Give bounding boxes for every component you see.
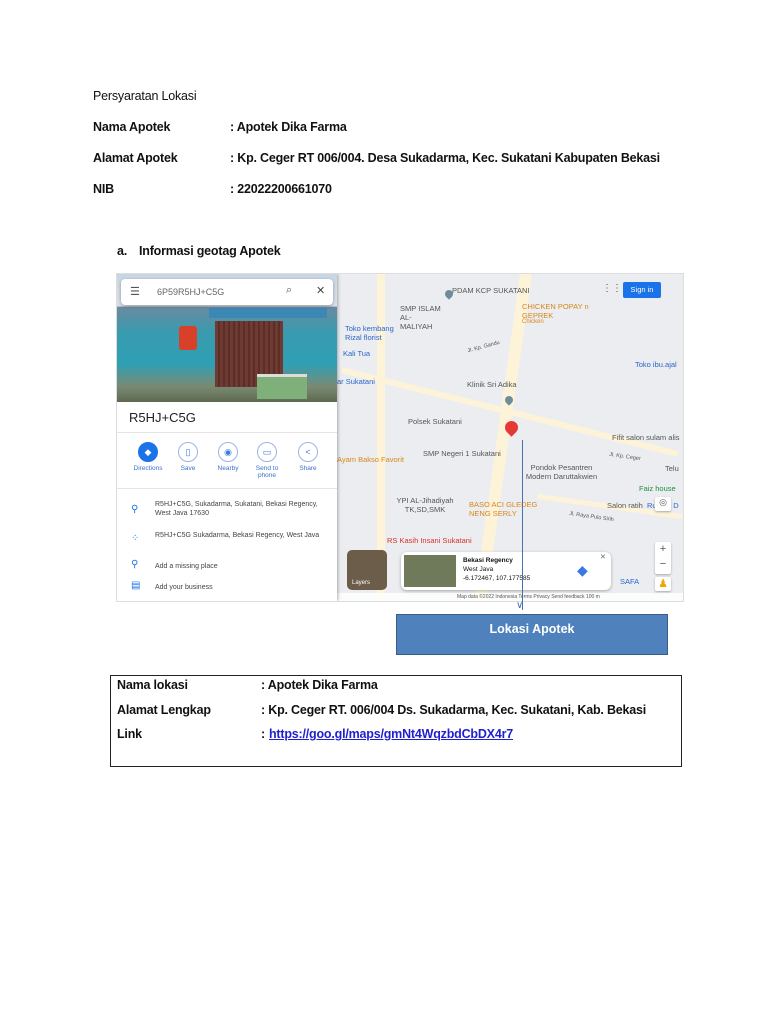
street-label: Jl. Kp. Gandu: [466, 339, 501, 355]
map-label: Pondok Pesantren Modern Daruttakwien: [525, 463, 598, 481]
map-label: Telu: [665, 464, 679, 473]
card-subtitle: West Java: [463, 566, 494, 573]
directions-icon: ◆: [138, 442, 158, 462]
map-label: SMP ISLAM AL-MALIYAH: [400, 304, 441, 331]
layers-label: Layers: [352, 580, 371, 586]
apps-grid-icon[interactable]: ⋮⋮: [602, 283, 622, 294]
map-label: Chicken: [522, 319, 544, 325]
map-label: BASO ACI GLEDEG NENG SERLY: [469, 500, 538, 518]
field-label-nama: Nama Apotek: [93, 120, 171, 134]
map-label: Klinik Sri Adika: [467, 380, 517, 389]
doc-title: Persyaratan Lokasi: [93, 89, 197, 103]
maps-link[interactable]: https://goo.gl/maps/gmNt4WqzbdCbDX4r7: [269, 727, 513, 741]
search-bar[interactable]: ☰ 6P59R5HJ+C5G ⌕ ✕: [121, 279, 333, 305]
map-label: Ayam Bakso Favorit: [337, 455, 404, 464]
row-label: Alamat Lengkap: [117, 703, 211, 717]
field-label-nib: NIB: [93, 182, 114, 196]
street-label: Jl. Kp. Ceger: [608, 451, 642, 463]
send-to-phone-button[interactable]: ▭ Send to phone: [248, 442, 286, 479]
card-coordinates: -6.172467, 107.177585: [463, 575, 531, 582]
location-card: Bekasi Regency West Java -6.172467, 107.…: [401, 552, 611, 590]
add-business[interactable]: Add your business: [155, 583, 325, 592]
map-label: Fifit salon sulam alis: [612, 433, 680, 442]
arrow-down-icon: ∨: [516, 600, 524, 611]
field-value-nib: : 22022200661070: [230, 182, 332, 196]
row-label: Nama lokasi: [117, 678, 188, 692]
row-value: : Apotek Dika Farma: [261, 678, 378, 692]
zoom-in-button[interactable]: +: [655, 542, 671, 557]
callout-label: Lokasi Apotek: [489, 622, 575, 636]
row-separator: :: [261, 727, 265, 741]
search-input[interactable]: 6P59R5HJ+C5G: [157, 287, 224, 297]
location-table: Nama lokasi : Apotek Dika Farma Alamat L…: [110, 675, 682, 767]
save-button[interactable]: ▯ Save: [168, 442, 208, 472]
phone-icon: ▭: [257, 442, 277, 462]
address-text[interactable]: R5HJ+C5G, Sukadarma, Sukatani, Bekasi Re…: [155, 500, 325, 518]
field-label-alamat: Alamat Apotek: [93, 151, 178, 165]
map-label: SAFA: [620, 577, 640, 586]
map-label: Faiz house: [639, 484, 676, 493]
map-label: RS Kasih Insani Sukatani: [387, 536, 472, 545]
map-label: SMP Negeri 1 Sukatani: [423, 449, 501, 458]
map-footer: Map data ©2022 Indonesia Terms Privacy S…: [337, 593, 683, 601]
business-icon: ▤: [131, 580, 141, 591]
map-label: YPI AL-Jihadiyah TK,SD,SMK: [396, 496, 454, 514]
nearby-button[interactable]: ◉ Nearby: [208, 442, 248, 472]
map-label: ar Sukatani: [337, 377, 375, 386]
share-icon: <: [298, 442, 318, 462]
map-label: Polsek Sukatani: [408, 417, 462, 426]
pegman-icon[interactable]: ♟: [655, 577, 671, 591]
directions-icon[interactable]: ◆: [577, 562, 588, 579]
search-icon[interactable]: ⌕: [286, 284, 292, 297]
sign-in-button[interactable]: Sign in: [623, 282, 661, 298]
add-missing-place[interactable]: Add a missing place: [155, 562, 325, 571]
document-page: Persyaratan Lokasi Nama Apotek : Apotek …: [0, 0, 768, 1024]
menu-icon[interactable]: ☰: [130, 285, 140, 298]
close-icon[interactable]: ✕: [316, 284, 325, 297]
section-title: Informasi geotag Apotek: [139, 244, 281, 258]
layers-button[interactable]: Layers: [347, 550, 387, 590]
map-view[interactable]: PDAM KCP SUKATANI SMP ISLAM AL-MALIYAH C…: [337, 274, 683, 601]
bookmark-icon: ▯: [178, 442, 198, 462]
row-value: : Kp. Ceger RT. 006/004 Ds. Sukadarma, K…: [261, 703, 647, 717]
add-place-icon: ⚲: [131, 559, 139, 570]
map-label: CHICKEN POPAY n GEPREK: [522, 302, 589, 320]
field-value-alamat: : Kp. Ceger RT 006/004. Desa Sukadarma, …: [230, 151, 660, 165]
map-label: Kali Tua: [343, 349, 371, 358]
street-label: Jl. Raya Pulo Sirih: [568, 510, 615, 524]
location-pin-icon: ⚲: [131, 504, 139, 515]
zoom-controls[interactable]: + −: [655, 542, 671, 574]
close-icon[interactable]: ✕: [600, 553, 606, 561]
maps-screenshot: ☰ 6P59R5HJ+C5G ⌕ ✕ R5HJ+C5G ◆ Directions …: [116, 273, 684, 602]
share-button[interactable]: < Share: [288, 442, 328, 472]
field-value-nama: : Apotek Dika Farma: [230, 120, 347, 134]
callout-line: [522, 440, 523, 610]
place-panel: ☰ 6P59R5HJ+C5G ⌕ ✕ R5HJ+C5G ◆ Directions …: [117, 274, 337, 601]
map-label: PDAM KCP SUKATANI: [452, 286, 530, 295]
map-label: Salon ratih: [607, 501, 643, 510]
map-label: Toko kembang Rizal florist: [345, 324, 394, 342]
directions-button[interactable]: ◆ Directions: [128, 442, 168, 472]
plus-code-icon: ⁘: [131, 533, 140, 544]
nearby-icon: ◉: [218, 442, 238, 462]
row-label: Link: [117, 727, 142, 741]
map-footer-text: Map data ©2022 Indonesia Terms Privacy S…: [457, 594, 600, 600]
plus-code-text[interactable]: R5HJ+C5G Sukadarma, Bekasi Regency, West…: [155, 531, 325, 540]
section-marker: a.: [117, 244, 128, 258]
place-title: R5HJ+C5G: [129, 410, 196, 425]
map-label: Toko ibu.ajal: [635, 360, 677, 369]
my-location-icon[interactable]: ◎: [655, 497, 671, 511]
callout-box: Lokasi Apotek: [396, 614, 668, 655]
zoom-out-button[interactable]: −: [655, 557, 671, 572]
location-thumbnail: [404, 555, 456, 587]
card-title: Bekasi Regency: [463, 557, 513, 564]
